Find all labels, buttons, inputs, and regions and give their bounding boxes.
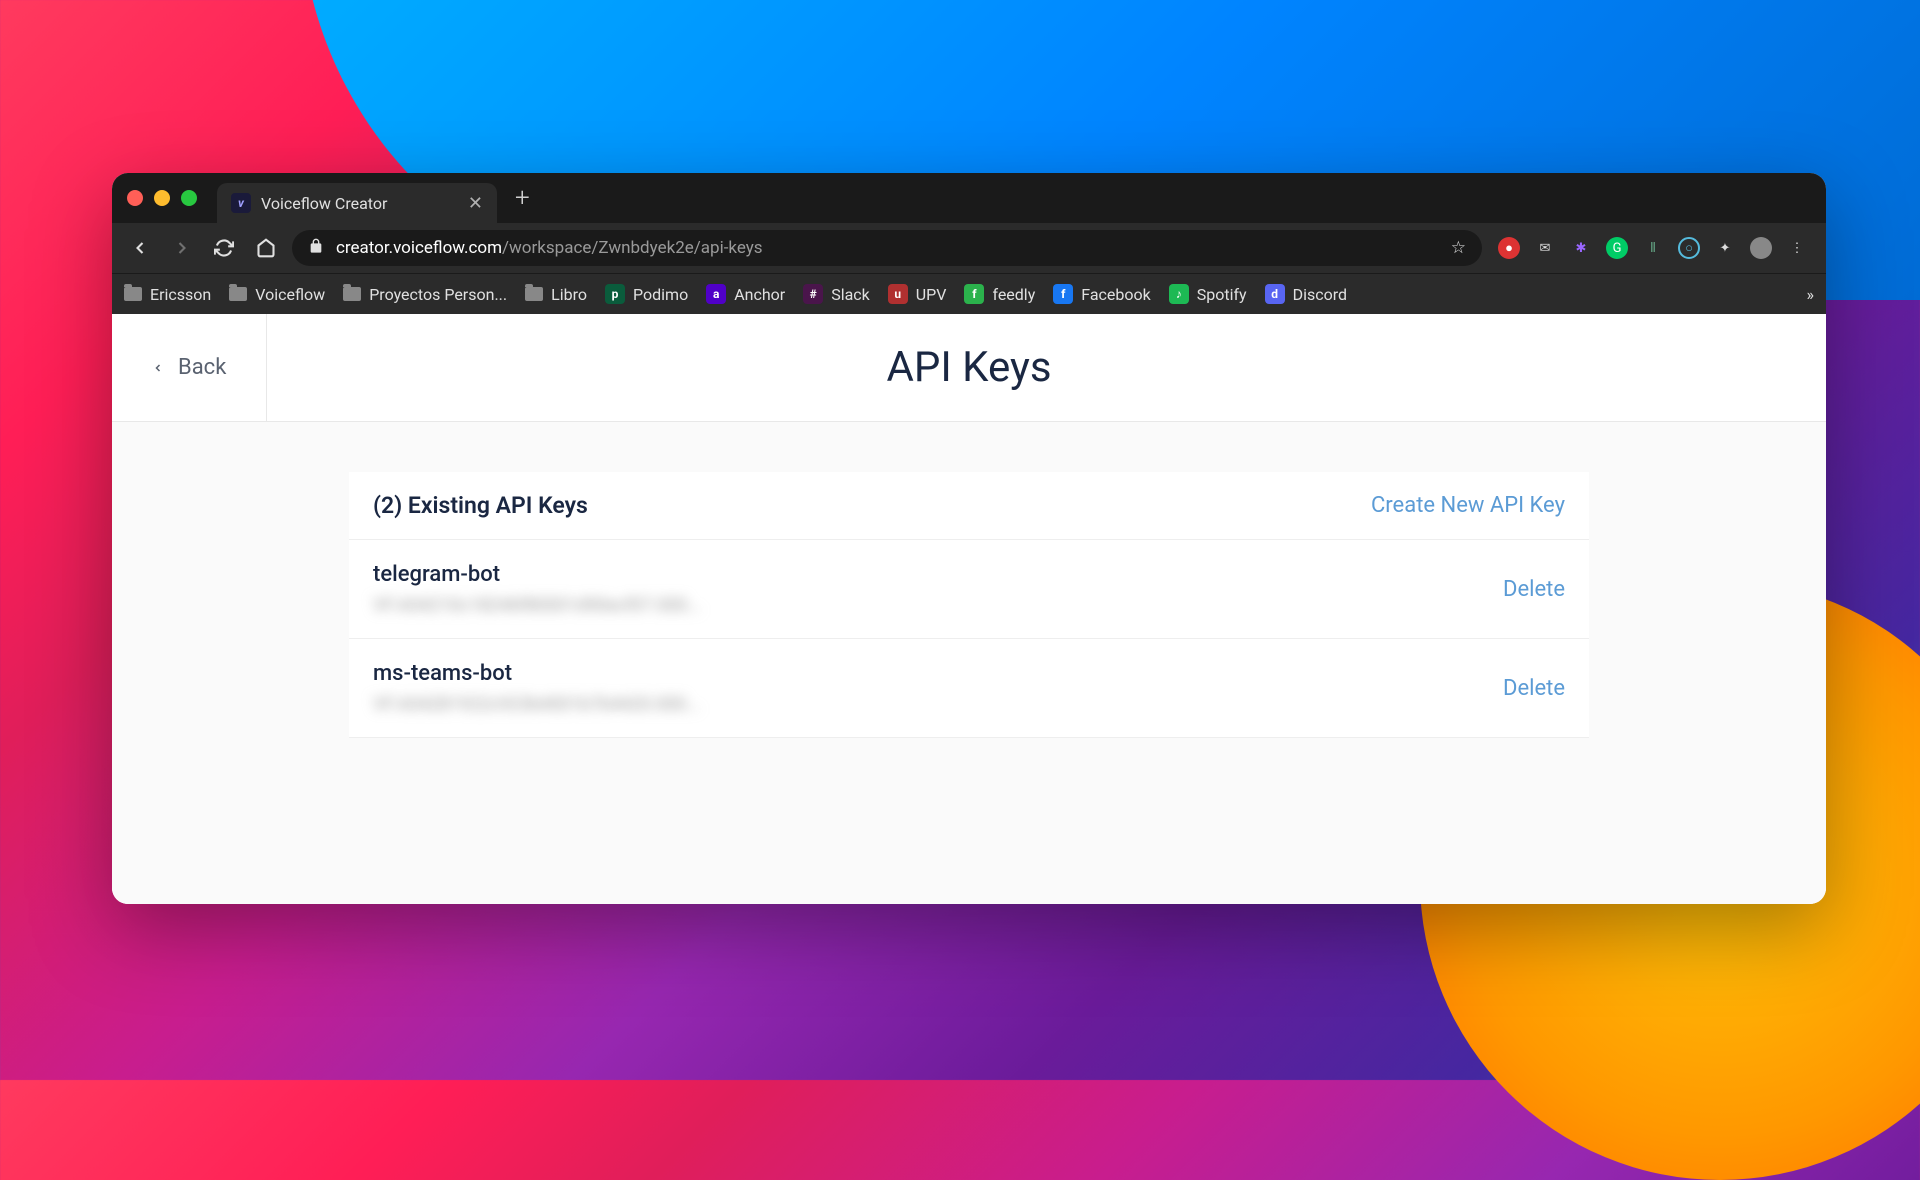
browser-toolbar: creator.voiceflow.com/workspace/Zwnbdyek… <box>112 223 1826 273</box>
profile-avatar[interactable] <box>1750 237 1772 259</box>
extension-icon[interactable]: G <box>1606 237 1628 259</box>
bookmark-item[interactable]: a Anchor <box>706 284 785 304</box>
bookmark-label: Anchor <box>734 285 785 304</box>
bookmark-favicon: d <box>1265 284 1285 304</box>
extension-icon[interactable]: ✱ <box>1570 237 1592 259</box>
section-heading: (2) Existing API Keys <box>373 492 588 519</box>
bookmark-item[interactable]: ♪ Spotify <box>1169 284 1247 304</box>
delete-api-key-link[interactable]: Delete <box>1503 676 1565 701</box>
bookmark-label: Ericsson <box>150 285 211 304</box>
lock-icon <box>308 238 324 258</box>
extensions-menu-icon[interactable]: ✦ <box>1714 237 1736 259</box>
address-bar[interactable]: creator.voiceflow.com/workspace/Zwnbdyek… <box>292 230 1482 266</box>
folder-icon <box>525 287 543 301</box>
bookmark-favicon: ♪ <box>1169 284 1189 304</box>
bookmark-label: Libro <box>551 285 587 304</box>
url-domain: creator.voiceflow.com <box>336 238 502 258</box>
main-panel: (2) Existing API Keys Create New API Key… <box>112 422 1826 904</box>
url-path: /workspace/Zwnbdyek2e/api-keys <box>502 238 763 258</box>
tab-strip: v Voiceflow Creator ✕ + <box>112 173 1826 223</box>
bookmark-item[interactable]: f Facebook <box>1053 284 1150 304</box>
bookmark-star-icon[interactable]: ☆ <box>1451 238 1466 258</box>
bookmark-favicon: a <box>706 284 726 304</box>
create-api-key-link[interactable]: Create New API Key <box>1371 493 1565 518</box>
api-key-row: ms-teams-bot VF.A04281922c923b4001b7b4420… <box>349 639 1589 738</box>
bookmark-favicon: p <box>605 284 625 304</box>
tab-favicon: v <box>231 193 251 213</box>
api-key-name: telegram-bot <box>373 562 701 587</box>
bookmark-overflow[interactable]: » <box>1807 285 1815 304</box>
bookmark-label: Spotify <box>1197 285 1247 304</box>
window-controls <box>127 190 197 206</box>
api-key-row: telegram-bot VF.A04210c18246f80001d90ecf0… <box>349 540 1589 639</box>
reload-button[interactable] <box>208 232 240 264</box>
extension-icon[interactable]: ○ <box>1678 237 1700 259</box>
bookmark-favicon: # <box>803 284 823 304</box>
bookmark-item[interactable]: # Slack <box>803 284 870 304</box>
new-tab-button[interactable]: + <box>515 183 530 213</box>
bookmark-label: UPV <box>916 285 947 304</box>
bookmark-item[interactable]: u UPV <box>888 284 947 304</box>
extension-icon[interactable]: ● <box>1498 237 1520 259</box>
page-content: Back API Keys (2) Existing API Keys Crea… <box>112 314 1826 904</box>
bookmark-label: Proyectos Person... <box>369 285 507 304</box>
close-tab-icon[interactable]: ✕ <box>468 193 483 214</box>
minimize-window-button[interactable] <box>154 190 170 206</box>
page-title: API Keys <box>886 343 1051 392</box>
chevron-left-icon <box>152 358 164 378</box>
browser-window: v Voiceflow Creator ✕ + creator.voiceflo… <box>112 173 1826 904</box>
section-header: (2) Existing API Keys Create New API Key <box>349 472 1589 540</box>
bookmark-favicon: f <box>1053 284 1073 304</box>
bookmark-favicon: u <box>888 284 908 304</box>
folder-icon <box>343 287 361 301</box>
bookmark-item[interactable]: ffeedly <box>964 284 1035 304</box>
maximize-window-button[interactable] <box>181 190 197 206</box>
bookmark-item[interactable]: Proyectos Person... <box>343 285 507 304</box>
bookmark-item[interactable]: Libro <box>525 285 587 304</box>
bookmark-bar: Ericsson Voiceflow Proyectos Person... Libr… <box>112 273 1826 314</box>
bookmark-item[interactable]: Voiceflow <box>229 285 325 304</box>
extension-icons: ● ✉ ✱ G ⦀ ○ ✦ ⋮ <box>1492 237 1814 259</box>
bookmark-label: feedly <box>992 285 1035 304</box>
page-header: Back API Keys <box>112 314 1826 422</box>
bookmark-item[interactable]: p Podimo <box>605 284 688 304</box>
bookmark-label: Podimo <box>633 285 688 304</box>
bookmark-favicon: f <box>964 284 984 304</box>
folder-icon <box>229 287 247 301</box>
bookmark-item[interactable]: d Discord <box>1265 284 1347 304</box>
api-key-value: VF.A04210c18246f80001d90ecf07.000... <box>373 595 701 616</box>
tab-title: Voiceflow Creator <box>261 194 458 213</box>
home-button[interactable] <box>250 232 282 264</box>
extension-icon[interactable]: ⦀ <box>1642 237 1664 259</box>
folder-icon <box>124 287 142 301</box>
api-key-name: ms-teams-bot <box>373 661 700 686</box>
bookmark-label: Voiceflow <box>255 285 325 304</box>
back-link[interactable]: Back <box>112 314 267 421</box>
api-key-value: VF.A04281922c923b4001b7b4420.000... <box>373 694 700 715</box>
bookmark-label: Facebook <box>1081 285 1150 304</box>
browser-tab[interactable]: v Voiceflow Creator ✕ <box>217 183 497 223</box>
delete-api-key-link[interactable]: Delete <box>1503 577 1565 602</box>
bookmark-label: Slack <box>831 285 870 304</box>
forward-button[interactable] <box>166 232 198 264</box>
back-button[interactable] <box>124 232 156 264</box>
bookmark-label: Discord <box>1293 285 1347 304</box>
close-window-button[interactable] <box>127 190 143 206</box>
browser-menu-icon[interactable]: ⋮ <box>1786 237 1808 259</box>
back-label: Back <box>178 355 226 380</box>
bookmark-item[interactable]: Ericsson <box>124 285 211 304</box>
mail-icon[interactable]: ✉ <box>1534 237 1556 259</box>
